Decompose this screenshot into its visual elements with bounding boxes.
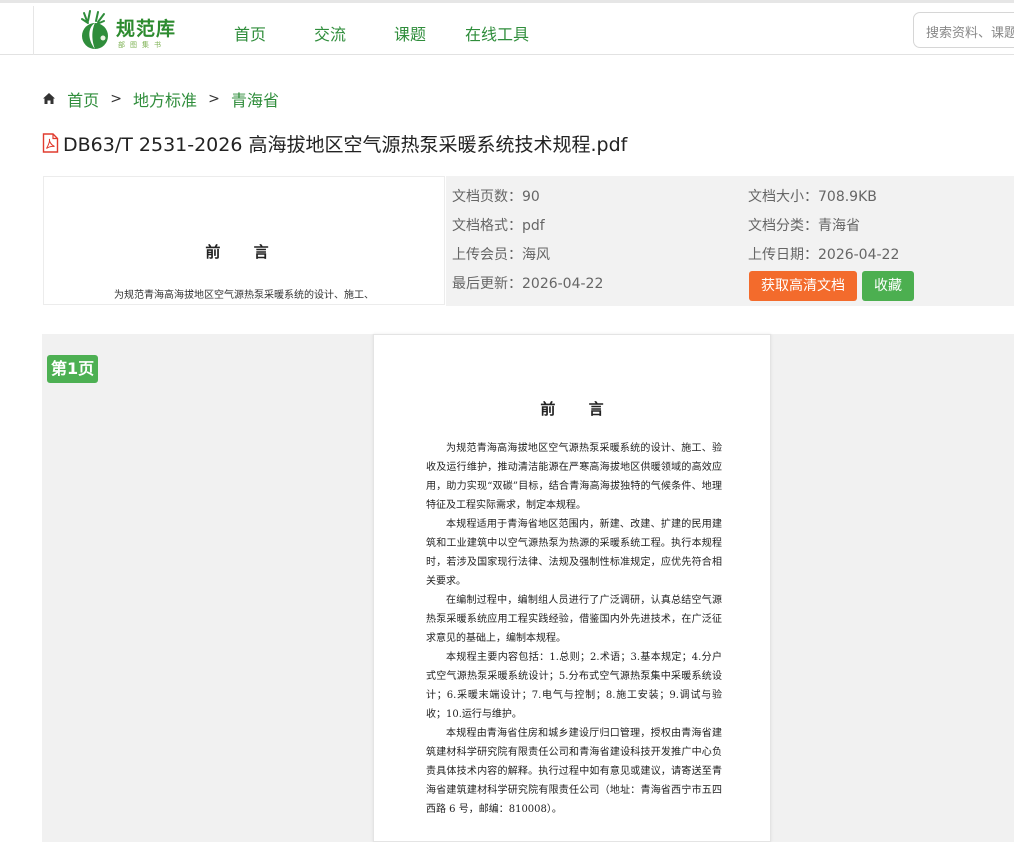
info-last-updated: 最后更新：2026-04-22 xyxy=(452,276,604,292)
document-thumbnail[interactable]: 前 言 为规范青海高海拔地区空气源热泵采暖系统的设计、施工、 xyxy=(43,176,445,305)
page-number-badge: 第1页 xyxy=(47,355,99,383)
info-upload-date: 上传日期：2026-04-22 xyxy=(748,247,900,263)
paragraph: 本规程适用于青海省地区范围内，新建、改建、扩建的民用建筑和工业建筑中以空气源热泵… xyxy=(426,519,722,587)
thumbnail-heading: 前 言 xyxy=(205,243,283,261)
info-size: 文档大小：708.9KB xyxy=(748,189,877,205)
nav-home[interactable]: 首页 xyxy=(234,21,266,45)
page-title: DB63/T 2531-2026 高海拔地区空气源热泵采暖系统技术规程.pdf xyxy=(42,130,627,158)
page-heading: 前 言 xyxy=(540,400,618,418)
paragraph: 本规程由青海省住房和城乡建设厅归口管理，授权由青海省建筑建材科学研究院有限责任公… xyxy=(426,728,722,815)
breadcrumb: 首页 > 地方标准 > 青海省 xyxy=(42,87,279,111)
divider xyxy=(33,6,34,55)
pdf-file-icon xyxy=(42,133,59,158)
paragraph: 本规程主要内容包括：1.总则；2.术语；3.基本规定；4.分户式空气源热泵采暖系… xyxy=(426,652,722,720)
breadcrumb-home[interactable]: 首页 xyxy=(67,87,99,111)
document-page: 前 言 为规范青海高海拔地区空气源热泵采暖系统的设计、施工、验收及运行维护，推动… xyxy=(373,334,771,842)
breadcrumb-separator: > xyxy=(110,91,122,107)
logo-slogan: 部图集书 xyxy=(118,41,166,49)
info-format: 文档格式：pdf xyxy=(452,218,545,234)
breadcrumb-qinghai[interactable]: 青海省 xyxy=(231,87,279,111)
logo-name: 规范库 xyxy=(116,18,177,40)
site-logo[interactable]: 规范库 部图集书 xyxy=(74,9,184,53)
breadcrumb-local-standards[interactable]: 地方标准 xyxy=(133,87,197,111)
search-input[interactable]: 搜索资料、课题 xyxy=(913,12,1014,48)
deer-logo-icon xyxy=(81,10,108,49)
nav-online-tools[interactable]: 在线工具 xyxy=(465,21,529,45)
info-pages: 文档页数：90 xyxy=(452,189,540,205)
thumbnail-text: 为规范青海高海拔地区空气源热泵采暖系统的设计、施工、 xyxy=(114,290,374,301)
document-title: DB63/T 2531-2026 高海拔地区空气源热泵采暖系统技术规程.pdf xyxy=(63,134,628,156)
document-viewer[interactable]: 第1页 前 言 为规范青海高海拔地区空气源热泵采暖系统的设计、施工、验收及运行维… xyxy=(42,334,1014,842)
page-body: 为规范青海高海拔地区空气源热泵采暖系统的设计、施工、验收及运行维护，推动清洁能源… xyxy=(426,439,722,819)
paragraph: 在编制过程中，编制组人员进行了广泛调研，认真总结空气源热泵采暖系统应用工程实践经… xyxy=(426,595,722,644)
info-uploader: 上传会员：海风 xyxy=(452,247,550,263)
favorite-button[interactable]: 收藏 xyxy=(862,271,914,301)
get-hd-document-button[interactable]: 获取高清文档 xyxy=(749,271,857,301)
info-category: 文档分类：青海省 xyxy=(748,218,860,234)
nav-topics[interactable]: 课题 xyxy=(394,21,426,45)
breadcrumb-separator: > xyxy=(208,91,220,107)
nav-community[interactable]: 交流 xyxy=(314,21,346,45)
home-icon[interactable] xyxy=(42,90,56,109)
document-info-panel: 文档页数：90 文档大小：708.9KB 文档格式：pdf 文档分类：青海省 上… xyxy=(446,176,1014,306)
paragraph: 为规范青海高海拔地区空气源热泵采暖系统的设计、施工、验收及运行维护，推动清洁能源… xyxy=(426,443,722,511)
top-navigation-bar: 规范库 部图集书 首页 交流 课题 在线工具 搜索资料、课题 xyxy=(0,0,1014,55)
